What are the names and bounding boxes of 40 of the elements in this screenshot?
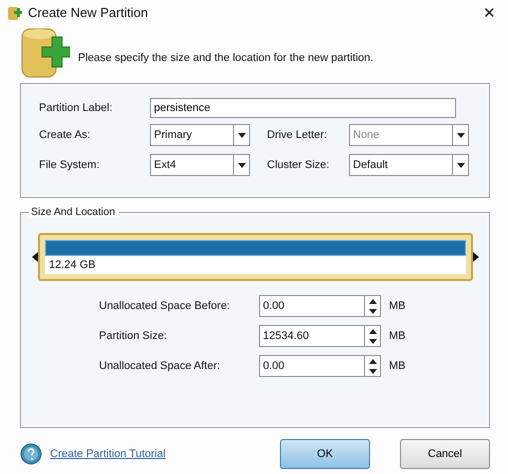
caret-icon	[238, 132, 246, 138]
spin-field[interactable]: 0.00	[259, 295, 381, 318]
field-label: Drive Letter:	[266, 129, 328, 142]
down-arrow-icon[interactable]	[368, 308, 376, 314]
spin-field[interactable]: 12534.60	[259, 325, 381, 348]
help-icon[interactable]	[20, 443, 42, 466]
up-arrow-icon[interactable]	[368, 328, 376, 334]
disk-add-icon	[20, 27, 70, 80]
field-label: Partition Size:	[99, 330, 168, 342]
field-label: Unallocated Space After:	[99, 360, 222, 372]
dropdown[interactable]: Ext4	[150, 154, 250, 176]
field-label: Unallocated Space Before:	[99, 300, 231, 312]
field-label: File System:	[39, 159, 101, 172]
ok-button[interactable]: OK	[280, 439, 370, 470]
spin-field[interactable]: 0.00	[259, 355, 381, 378]
field-label: Partition Label:	[39, 102, 114, 114]
group-title: Size And Location	[29, 206, 120, 218]
window-title: Create New Partition	[28, 5, 149, 20]
partition-block[interactable]: 12.24 GB	[38, 233, 473, 282]
field-label: Create As:	[39, 129, 92, 142]
field-label: Cluster Size:	[266, 159, 330, 172]
caret-icon	[456, 162, 464, 168]
caret-icon	[456, 132, 464, 138]
down-arrow-icon[interactable]	[368, 338, 376, 344]
dropdown[interactable]: Primary	[150, 124, 250, 146]
dropdown[interactable]: Default	[349, 154, 469, 176]
unit-label: MB	[388, 360, 406, 372]
instruction-text: Please specify the size and the location for the new partition.	[78, 52, 374, 64]
up-arrow-icon[interactable]	[368, 358, 376, 364]
close-button[interactable]: ✕	[477, 4, 502, 22]
unit-label: MB	[388, 330, 406, 342]
tutorial-link[interactable]: Create Partition Tutorial	[50, 448, 166, 460]
app-icon	[6, 4, 22, 21]
caret-icon	[238, 162, 246, 168]
partition-label-field[interactable]: persistence	[150, 98, 456, 118]
cancel-button[interactable]: Cancel	[400, 439, 490, 470]
down-arrow-icon[interactable]	[368, 368, 376, 374]
up-arrow-icon[interactable]	[368, 298, 376, 304]
unit-label: MB	[388, 300, 406, 312]
partition-size-text: 12.24 GB	[45, 256, 466, 274]
